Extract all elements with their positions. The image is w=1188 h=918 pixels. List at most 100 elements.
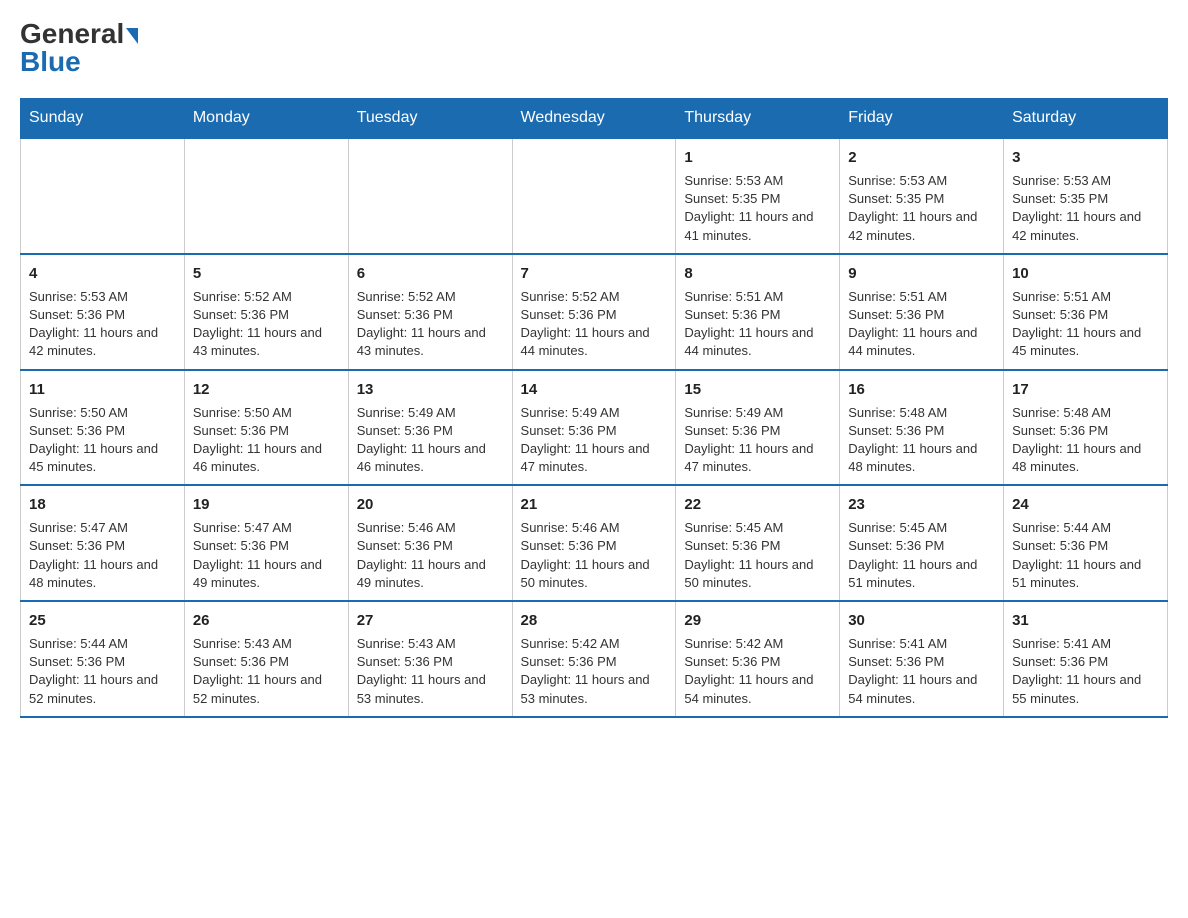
col-wednesday: Wednesday bbox=[512, 99, 676, 139]
day-number: 15 bbox=[684, 379, 831, 400]
calendar-cell bbox=[21, 138, 185, 254]
day-info: Sunrise: 5:43 AM Sunset: 5:36 PM Dayligh… bbox=[193, 635, 340, 708]
day-number: 21 bbox=[521, 494, 668, 515]
day-number: 19 bbox=[193, 494, 340, 515]
day-number: 27 bbox=[357, 610, 504, 631]
day-info: Sunrise: 5:45 AM Sunset: 5:36 PM Dayligh… bbox=[848, 519, 995, 592]
calendar-cell: 30 Sunrise: 5:41 AM Sunset: 5:36 PM Dayli… bbox=[840, 601, 1004, 717]
calendar-cell: 5 Sunrise: 5:52 AM Sunset: 5:36 PM Daylig… bbox=[184, 254, 348, 370]
col-sunday: Sunday bbox=[21, 99, 185, 139]
calendar-cell: 16Sunrise: 5:48 AM Sunset: 5:36 PM Dayli… bbox=[840, 370, 1004, 486]
calendar-cell: 22 Sunrise: 5:45 AM Sunset: 5:36 PM Dayli… bbox=[676, 485, 840, 601]
day-info: Sunrise: 5:52 AM Sunset: 5:36 PM Dayligh… bbox=[521, 288, 668, 361]
day-info: Sunrise: 5:49 AM Sunset: 5:36 PM Dayligh… bbox=[684, 404, 831, 477]
day-info: Sunrise: 5:53 AM Sunset: 5:35 PM Dayligh… bbox=[684, 172, 831, 245]
calendar-cell: 19 Sunrise: 5:47 AM Sunset: 5:36 PM Dayli… bbox=[184, 485, 348, 601]
day-info: Sunrise: 5:49 AM Sunset: 5:36 PM Dayligh… bbox=[521, 404, 668, 477]
col-tuesday: Tuesday bbox=[348, 99, 512, 139]
day-info: Sunrise: 5:50 AM Sunset: 5:36 PM Dayligh… bbox=[193, 404, 340, 477]
logo-general: General bbox=[20, 20, 124, 48]
calendar-cell: 20 Sunrise: 5:46 AM Sunset: 5:36 PM Dayli… bbox=[348, 485, 512, 601]
calendar-cell: 25Sunrise: 5:44 AM Sunset: 5:36 PM Dayli… bbox=[21, 601, 185, 717]
day-info: Sunrise: 5:42 AM Sunset: 5:36 PM Dayligh… bbox=[521, 635, 668, 708]
day-number: 4 bbox=[29, 263, 176, 284]
calendar-cell bbox=[512, 138, 676, 254]
page-header: General Blue bbox=[20, 20, 1168, 78]
week-row-5: 25Sunrise: 5:44 AM Sunset: 5:36 PM Dayli… bbox=[21, 601, 1168, 717]
calendar-cell bbox=[184, 138, 348, 254]
day-number: 14 bbox=[521, 379, 668, 400]
calendar-body: 1 Sunrise: 5:53 AM Sunset: 5:35 PM Daylig… bbox=[21, 138, 1168, 717]
day-info: Sunrise: 5:49 AM Sunset: 5:36 PM Dayligh… bbox=[357, 404, 504, 477]
calendar-cell: 27 Sunrise: 5:43 AM Sunset: 5:36 PM Dayli… bbox=[348, 601, 512, 717]
day-number: 30 bbox=[848, 610, 995, 631]
day-info: Sunrise: 5:45 AM Sunset: 5:36 PM Dayligh… bbox=[684, 519, 831, 592]
calendar-cell: 18Sunrise: 5:47 AM Sunset: 5:36 PM Dayli… bbox=[21, 485, 185, 601]
day-info: Sunrise: 5:51 AM Sunset: 5:36 PM Dayligh… bbox=[848, 288, 995, 361]
col-thursday: Thursday bbox=[676, 99, 840, 139]
day-number: 12 bbox=[193, 379, 340, 400]
calendar-cell: 28 Sunrise: 5:42 AM Sunset: 5:36 PM Dayli… bbox=[512, 601, 676, 717]
calendar-cell bbox=[348, 138, 512, 254]
week-row-4: 18Sunrise: 5:47 AM Sunset: 5:36 PM Dayli… bbox=[21, 485, 1168, 601]
day-info: Sunrise: 5:48 AM Sunset: 5:36 PM Dayligh… bbox=[848, 404, 995, 477]
day-number: 13 bbox=[357, 379, 504, 400]
day-info: Sunrise: 5:41 AM Sunset: 5:36 PM Dayligh… bbox=[848, 635, 995, 708]
day-info: Sunrise: 5:51 AM Sunset: 5:36 PM Dayligh… bbox=[1012, 288, 1159, 361]
week-row-2: 4 Sunrise: 5:53 AM Sunset: 5:36 PM Daylig… bbox=[21, 254, 1168, 370]
calendar-cell: 6Sunrise: 5:52 AM Sunset: 5:36 PM Daylig… bbox=[348, 254, 512, 370]
calendar-cell: 24 Sunrise: 5:44 AM Sunset: 5:36 PM Dayli… bbox=[1004, 485, 1168, 601]
day-info: Sunrise: 5:44 AM Sunset: 5:36 PM Dayligh… bbox=[1012, 519, 1159, 592]
logo: General Blue bbox=[20, 20, 138, 78]
header-row: Sunday Monday Tuesday Wednesday Thursday… bbox=[21, 99, 1168, 139]
week-row-3: 11 Sunrise: 5:50 AM Sunset: 5:36 PM Dayli… bbox=[21, 370, 1168, 486]
calendar-cell: 7 Sunrise: 5:52 AM Sunset: 5:36 PM Daylig… bbox=[512, 254, 676, 370]
day-number: 22 bbox=[684, 494, 831, 515]
day-number: 2 bbox=[848, 147, 995, 168]
calendar-cell: 14 Sunrise: 5:49 AM Sunset: 5:36 PM Dayli… bbox=[512, 370, 676, 486]
day-number: 29 bbox=[684, 610, 831, 631]
day-number: 5 bbox=[193, 263, 340, 284]
day-number: 8 bbox=[684, 263, 831, 284]
calendar-cell: 15 Sunrise: 5:49 AM Sunset: 5:36 PM Dayli… bbox=[676, 370, 840, 486]
logo-arrow-icon bbox=[126, 28, 138, 44]
day-number: 25 bbox=[29, 610, 176, 631]
calendar-cell: 4 Sunrise: 5:53 AM Sunset: 5:36 PM Daylig… bbox=[21, 254, 185, 370]
day-info: Sunrise: 5:53 AM Sunset: 5:36 PM Dayligh… bbox=[29, 288, 176, 361]
calendar-header: Sunday Monday Tuesday Wednesday Thursday… bbox=[21, 99, 1168, 139]
day-info: Sunrise: 5:42 AM Sunset: 5:36 PM Dayligh… bbox=[684, 635, 831, 708]
calendar-cell: 3 Sunrise: 5:53 AM Sunset: 5:35 PM Daylig… bbox=[1004, 138, 1168, 254]
calendar-cell: 21 Sunrise: 5:46 AM Sunset: 5:36 PM Dayli… bbox=[512, 485, 676, 601]
day-info: Sunrise: 5:46 AM Sunset: 5:36 PM Dayligh… bbox=[521, 519, 668, 592]
calendar-cell: 10 Sunrise: 5:51 AM Sunset: 5:36 PM Dayli… bbox=[1004, 254, 1168, 370]
day-info: Sunrise: 5:47 AM Sunset: 5:36 PM Dayligh… bbox=[29, 519, 176, 592]
day-number: 20 bbox=[357, 494, 504, 515]
day-info: Sunrise: 5:47 AM Sunset: 5:36 PM Dayligh… bbox=[193, 519, 340, 592]
day-number: 17 bbox=[1012, 379, 1159, 400]
day-number: 23 bbox=[848, 494, 995, 515]
calendar-cell: 12 Sunrise: 5:50 AM Sunset: 5:36 PM Dayli… bbox=[184, 370, 348, 486]
day-number: 11 bbox=[29, 379, 176, 400]
day-number: 26 bbox=[193, 610, 340, 631]
day-info: Sunrise: 5:43 AM Sunset: 5:36 PM Dayligh… bbox=[357, 635, 504, 708]
calendar-cell: 1 Sunrise: 5:53 AM Sunset: 5:35 PM Daylig… bbox=[676, 138, 840, 254]
col-monday: Monday bbox=[184, 99, 348, 139]
day-info: Sunrise: 5:50 AM Sunset: 5:36 PM Dayligh… bbox=[29, 404, 176, 477]
day-info: Sunrise: 5:46 AM Sunset: 5:36 PM Dayligh… bbox=[357, 519, 504, 592]
day-number: 6 bbox=[357, 263, 504, 284]
day-info: Sunrise: 5:52 AM Sunset: 5:36 PM Dayligh… bbox=[193, 288, 340, 361]
calendar-cell: 9Sunrise: 5:51 AM Sunset: 5:36 PM Daylig… bbox=[840, 254, 1004, 370]
day-info: Sunrise: 5:53 AM Sunset: 5:35 PM Dayligh… bbox=[1012, 172, 1159, 245]
calendar-cell: 26 Sunrise: 5:43 AM Sunset: 5:36 PM Dayli… bbox=[184, 601, 348, 717]
day-number: 28 bbox=[521, 610, 668, 631]
day-number: 7 bbox=[521, 263, 668, 284]
day-info: Sunrise: 5:41 AM Sunset: 5:36 PM Dayligh… bbox=[1012, 635, 1159, 708]
day-number: 1 bbox=[684, 147, 831, 168]
day-number: 10 bbox=[1012, 263, 1159, 284]
calendar-cell: 17 Sunrise: 5:48 AM Sunset: 5:36 PM Dayli… bbox=[1004, 370, 1168, 486]
calendar-cell: 11 Sunrise: 5:50 AM Sunset: 5:36 PM Dayli… bbox=[21, 370, 185, 486]
day-number: 3 bbox=[1012, 147, 1159, 168]
day-info: Sunrise: 5:48 AM Sunset: 5:36 PM Dayligh… bbox=[1012, 404, 1159, 477]
col-saturday: Saturday bbox=[1004, 99, 1168, 139]
day-number: 24 bbox=[1012, 494, 1159, 515]
